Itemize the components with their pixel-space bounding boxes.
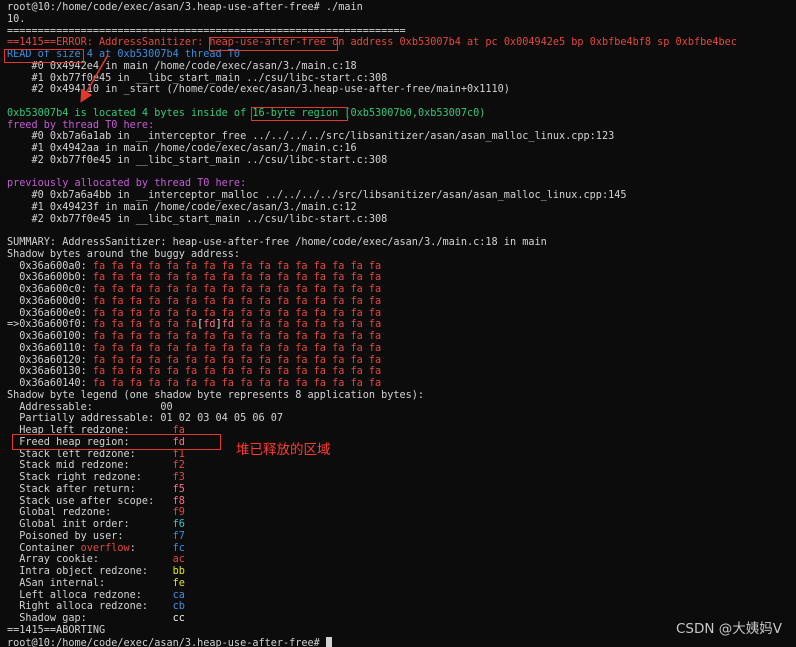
terminal-window[interactable]: root@10:/home/code/exec/asan/3.heap-use-… <box>0 0 796 647</box>
annotation-arrow <box>80 54 109 103</box>
watermark: CSDN @大姨妈V <box>675 621 782 637</box>
annotation-note: 堆已释放的区域 <box>236 442 331 458</box>
